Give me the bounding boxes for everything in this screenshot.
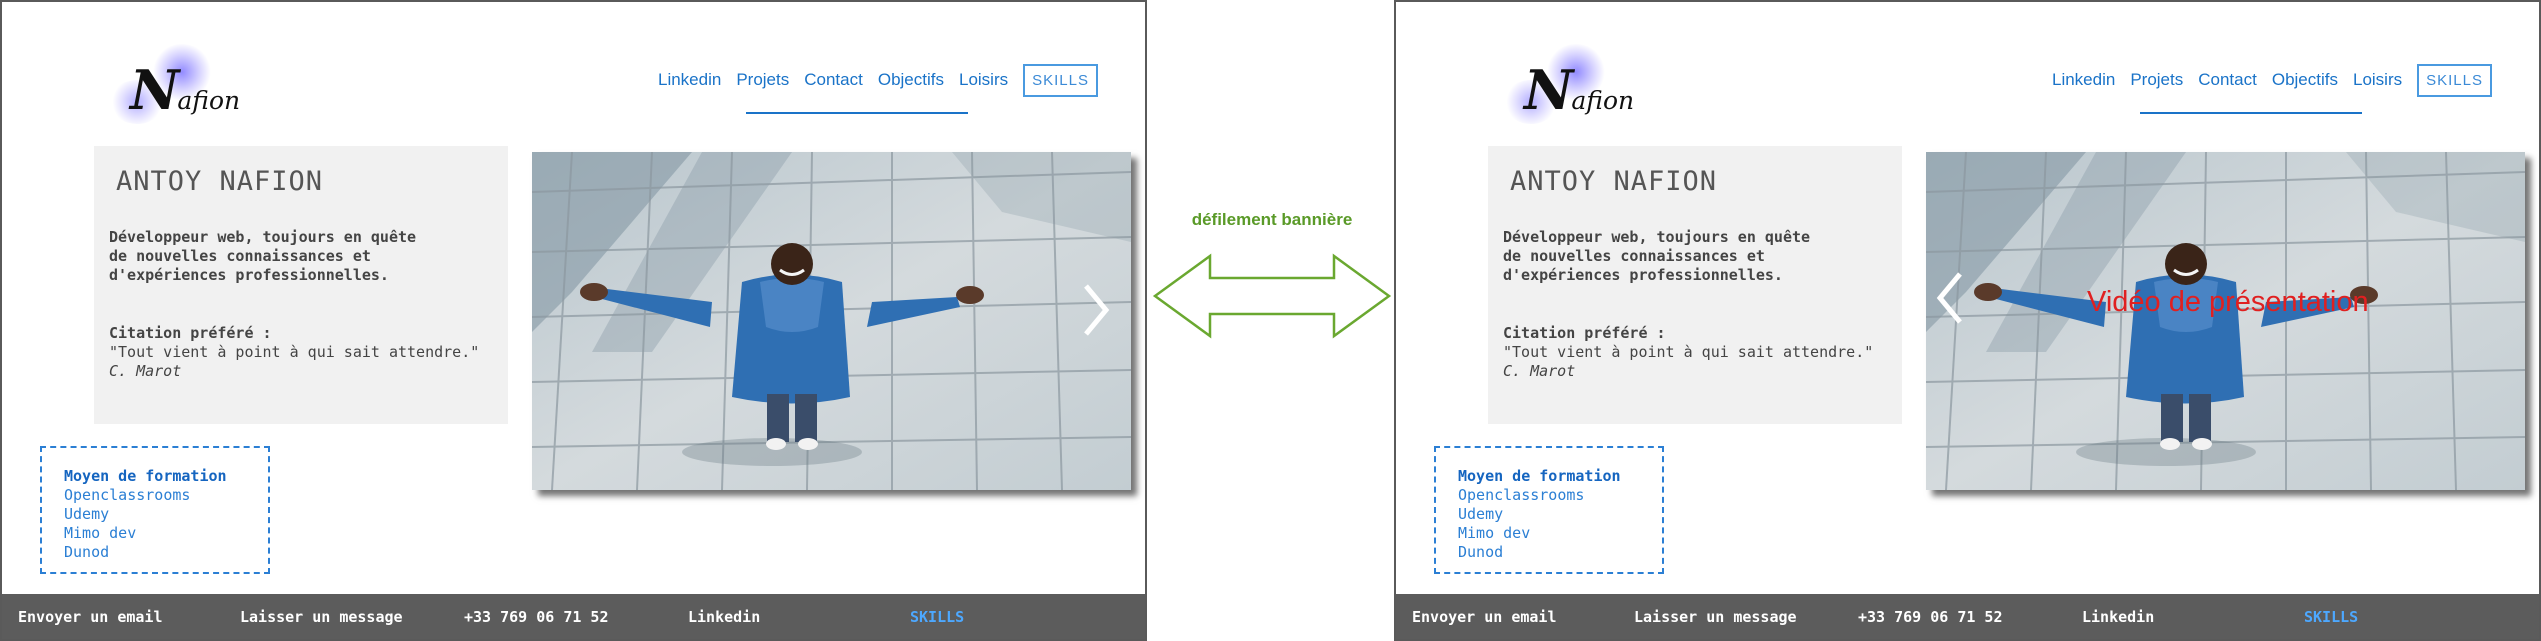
main-nav: Linkedin Projets Contact Objectifs Loisi…	[658, 62, 1098, 98]
footer-phone[interactable]: +33 769 06 71 52	[464, 608, 609, 626]
main-nav: Linkedin Projets Contact Objectifs Loisi…	[2052, 62, 2492, 98]
quote-author: C. Marot	[1503, 362, 1576, 380]
formation-title: Moyen de formation	[1458, 467, 1621, 485]
formation-item[interactable]: Openclassrooms	[64, 486, 268, 505]
quote-author: C. Marot	[109, 362, 182, 380]
profile-name: ANTOY NAFION	[116, 166, 324, 197]
logo-text: Nafion	[130, 58, 240, 122]
nav-link-projets[interactable]: Projets	[736, 70, 789, 90]
video-overlay-text[interactable]: Vidéo de présentation	[2087, 286, 2369, 319]
footer-bar: Envoyer un email Laisser un message +33 …	[2, 594, 1145, 639]
footer-skills-link[interactable]: SKILLS	[2304, 608, 2358, 626]
nav-link-contact[interactable]: Contact	[2198, 70, 2257, 90]
formation-item[interactable]: Mimo dev	[1458, 524, 1662, 543]
formation-item[interactable]: Udemy	[64, 505, 268, 524]
nav-link-linkedin[interactable]: Linkedin	[658, 70, 721, 90]
footer-message-link[interactable]: Laisser un message	[240, 608, 403, 626]
nav-link-objectifs[interactable]: Objectifs	[2272, 70, 2338, 90]
footer-message-link[interactable]: Laisser un message	[1634, 608, 1797, 626]
quote-text: "Tout vient à point à qui sait attendre.…	[109, 343, 480, 361]
bio-line: d'expériences professionnelles.	[1503, 266, 1783, 284]
formation-item[interactable]: Dunod	[64, 543, 268, 562]
footer-phone[interactable]: +33 769 06 71 52	[1858, 608, 2003, 626]
nav-link-projets[interactable]: Projets	[2130, 70, 2183, 90]
site-logo[interactable]: Nafion	[110, 44, 240, 124]
quote-label: Citation préféré :	[1503, 324, 1666, 342]
site-logo[interactable]: Nafion	[1504, 44, 1634, 124]
footer-email-link[interactable]: Envoyer un email	[1412, 608, 1557, 626]
formation-title: Moyen de formation	[64, 467, 227, 485]
nav-link-loisirs[interactable]: Loisirs	[2353, 70, 2402, 90]
banner-photo	[532, 152, 1131, 490]
banner-photo	[1926, 152, 2525, 490]
formation-item[interactable]: Openclassrooms	[1458, 486, 1662, 505]
formation-item[interactable]: Udemy	[1458, 505, 1662, 524]
profile-bio: Développeur web, toujours en quête de no…	[1503, 228, 1810, 285]
logo-rest: afion	[1571, 86, 1635, 115]
footer-skills-link[interactable]: SKILLS	[910, 608, 964, 626]
page-mockup-left: Nafion Linkedin Projets Contact Objectif…	[0, 0, 1147, 641]
logo-rest: afion	[177, 86, 241, 115]
quote-text: "Tout vient à point à qui sait attendre.…	[1503, 343, 1874, 361]
nav-underline	[746, 112, 968, 114]
chevron-left-icon[interactable]	[1936, 270, 1966, 326]
banner-carousel[interactable]: Vidéo de présentation	[1926, 152, 2525, 490]
footer-linkedin-link[interactable]: Linkedin	[688, 608, 760, 626]
bio-line: de nouvelles connaissances et	[1503, 247, 1765, 265]
page-mockup-right: Nafion Linkedin Projets Contact Objectif…	[1394, 0, 2541, 641]
footer-bar: Envoyer un email Laisser un message +33 …	[1396, 594, 2539, 639]
bio-line: Développeur web, toujours en quête	[1503, 228, 1811, 246]
bio-line: Développeur web, toujours en quête	[109, 228, 417, 246]
nav-skills-button[interactable]: SKILLS	[1023, 63, 1098, 97]
bio-line: de nouvelles connaissances et	[109, 247, 371, 265]
nav-link-linkedin[interactable]: Linkedin	[2052, 70, 2115, 90]
quote-label: Citation préféré :	[109, 324, 272, 342]
nav-link-objectifs[interactable]: Objectifs	[878, 70, 944, 90]
double-arrow-icon	[1152, 253, 1392, 339]
footer-email-link[interactable]: Envoyer un email	[18, 608, 163, 626]
scroll-annotation: défilement bannière	[1150, 210, 1394, 380]
nav-link-contact[interactable]: Contact	[804, 70, 863, 90]
banner-carousel[interactable]	[532, 152, 1131, 490]
logo-initial: N	[1524, 58, 1573, 122]
formation-item[interactable]: Dunod	[1458, 543, 1662, 562]
profile-bio: Développeur web, toujours en quête de no…	[109, 228, 416, 285]
bio-line: d'expériences professionnelles.	[109, 266, 389, 284]
formation-item[interactable]: Mimo dev	[64, 524, 268, 543]
formation-box: Moyen de formation Openclassrooms Udemy …	[1434, 446, 1664, 574]
nav-skills-button[interactable]: SKILLS	[2417, 63, 2492, 97]
nav-underline	[2140, 112, 2362, 114]
profile-name: ANTOY NAFION	[1510, 166, 1718, 197]
formation-box: Moyen de formation Openclassrooms Udemy …	[40, 446, 270, 574]
profile-card: ANTOY NAFION Développeur web, toujours e…	[94, 146, 508, 424]
logo-initial: N	[130, 58, 179, 122]
chevron-right-icon[interactable]	[1080, 282, 1110, 338]
logo-text: Nafion	[1524, 58, 1634, 122]
profile-card: ANTOY NAFION Développeur web, toujours e…	[1488, 146, 1902, 424]
footer-linkedin-link[interactable]: Linkedin	[2082, 608, 2154, 626]
nav-link-loisirs[interactable]: Loisirs	[959, 70, 1008, 90]
annotation-label: défilement bannière	[1191, 210, 1353, 229]
